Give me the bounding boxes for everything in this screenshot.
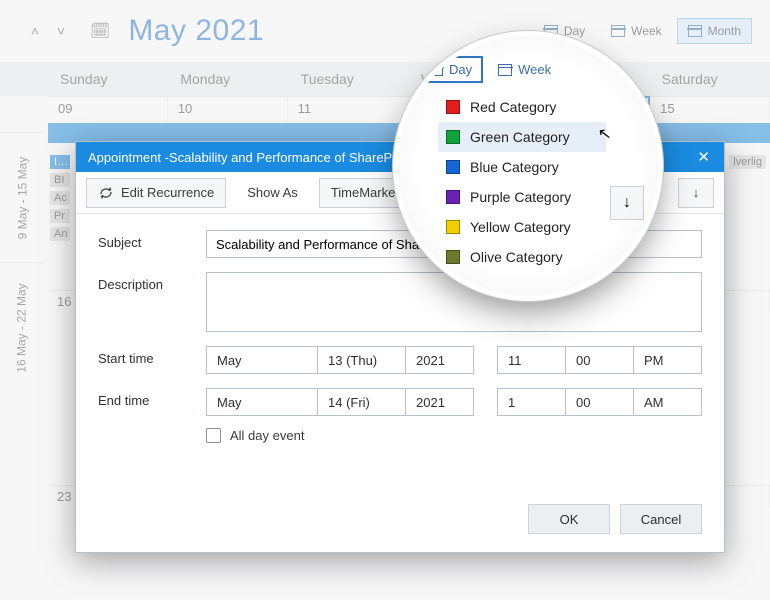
weekday-sun: Sunday: [48, 62, 168, 96]
ok-button[interactable]: OK: [528, 504, 610, 534]
close-icon[interactable]: ✕: [693, 148, 714, 166]
start-time-row: May 13 (Thu) 2021 11 00 PM: [206, 346, 702, 374]
arrow-down-icon: ↓: [693, 185, 700, 200]
checkbox-icon: [206, 428, 221, 443]
truncated-events: I… BI Ac Pr An: [50, 155, 70, 241]
event-sliver: Pr: [50, 209, 70, 223]
next-month-icon[interactable]: ˅: [52, 23, 70, 39]
date-cell[interactable]: 15: [650, 96, 770, 123]
start-minute-picker[interactable]: 00: [565, 346, 634, 374]
event-sliver: Ac: [50, 191, 70, 205]
dialog-title: Appointment -Scalability and Performance…: [88, 150, 413, 165]
show-as-label: Show As: [236, 178, 309, 208]
week-label: 16 May - 22 May: [15, 283, 29, 372]
date-cell[interactable]: 09: [48, 96, 168, 123]
start-day-picker[interactable]: 13 (Thu): [317, 346, 406, 374]
event-sliver: I…: [50, 155, 70, 169]
prev-month-icon[interactable]: ˄: [26, 23, 44, 39]
edit-recurrence-label: Edit Recurrence: [121, 185, 214, 200]
zoom-callout: Day Week Red Category Green Category Blu…: [398, 36, 658, 296]
dialog-footer: OK Cancel: [76, 494, 724, 552]
show-as-text: Show As: [247, 185, 298, 200]
week-strip: 9 May - 15 May 16 May - 22 May: [0, 132, 44, 392]
weekday-sat: Saturday: [650, 62, 770, 96]
end-time-label: End time: [98, 388, 200, 416]
end-time-row: May 14 (Fri) 2021 1 00 AM: [206, 388, 702, 416]
event-sliver: An: [50, 227, 70, 241]
date-cell[interactable]: 10: [168, 96, 288, 123]
weekday-tue: Tuesday: [289, 62, 409, 96]
end-minute-picker[interactable]: 00: [565, 388, 634, 416]
description-label: Description: [98, 272, 200, 332]
date-cell[interactable]: 11: [288, 96, 408, 123]
end-ampm-picker[interactable]: AM: [633, 388, 702, 416]
subject-label: Subject: [98, 230, 200, 258]
end-month-picker[interactable]: May: [206, 388, 318, 416]
start-time-label: Start time: [98, 346, 200, 374]
week-label: 9 May - 15 May: [15, 156, 29, 239]
calendar-icon: 🗓: [90, 21, 110, 41]
view-month-label: Month: [708, 24, 741, 38]
weekday-mon: Monday: [168, 62, 288, 96]
event-sliver: BI: [50, 173, 70, 187]
end-hour-picker[interactable]: 1: [497, 388, 566, 416]
end-day-picker[interactable]: 14 (Fri): [317, 388, 406, 416]
all-day-checkbox[interactable]: All day event: [206, 428, 702, 443]
event-sliver: lverlig: [729, 155, 766, 169]
month-title: May 2021: [128, 14, 264, 48]
start-month-picker[interactable]: May: [206, 346, 318, 374]
toolbar-overflow-button[interactable]: ↓: [678, 178, 714, 208]
cancel-button[interactable]: Cancel: [620, 504, 702, 534]
start-year-picker[interactable]: 2021: [405, 346, 474, 374]
month-view-icon: [688, 25, 702, 37]
all-day-label: All day event: [230, 428, 304, 443]
start-ampm-picker[interactable]: PM: [633, 346, 702, 374]
start-hour-picker[interactable]: 11: [497, 346, 566, 374]
recurrence-icon: [98, 185, 114, 201]
edit-recurrence-button[interactable]: Edit Recurrence: [86, 178, 226, 208]
view-month-button[interactable]: Month: [677, 18, 752, 44]
end-year-picker[interactable]: 2021: [405, 388, 474, 416]
